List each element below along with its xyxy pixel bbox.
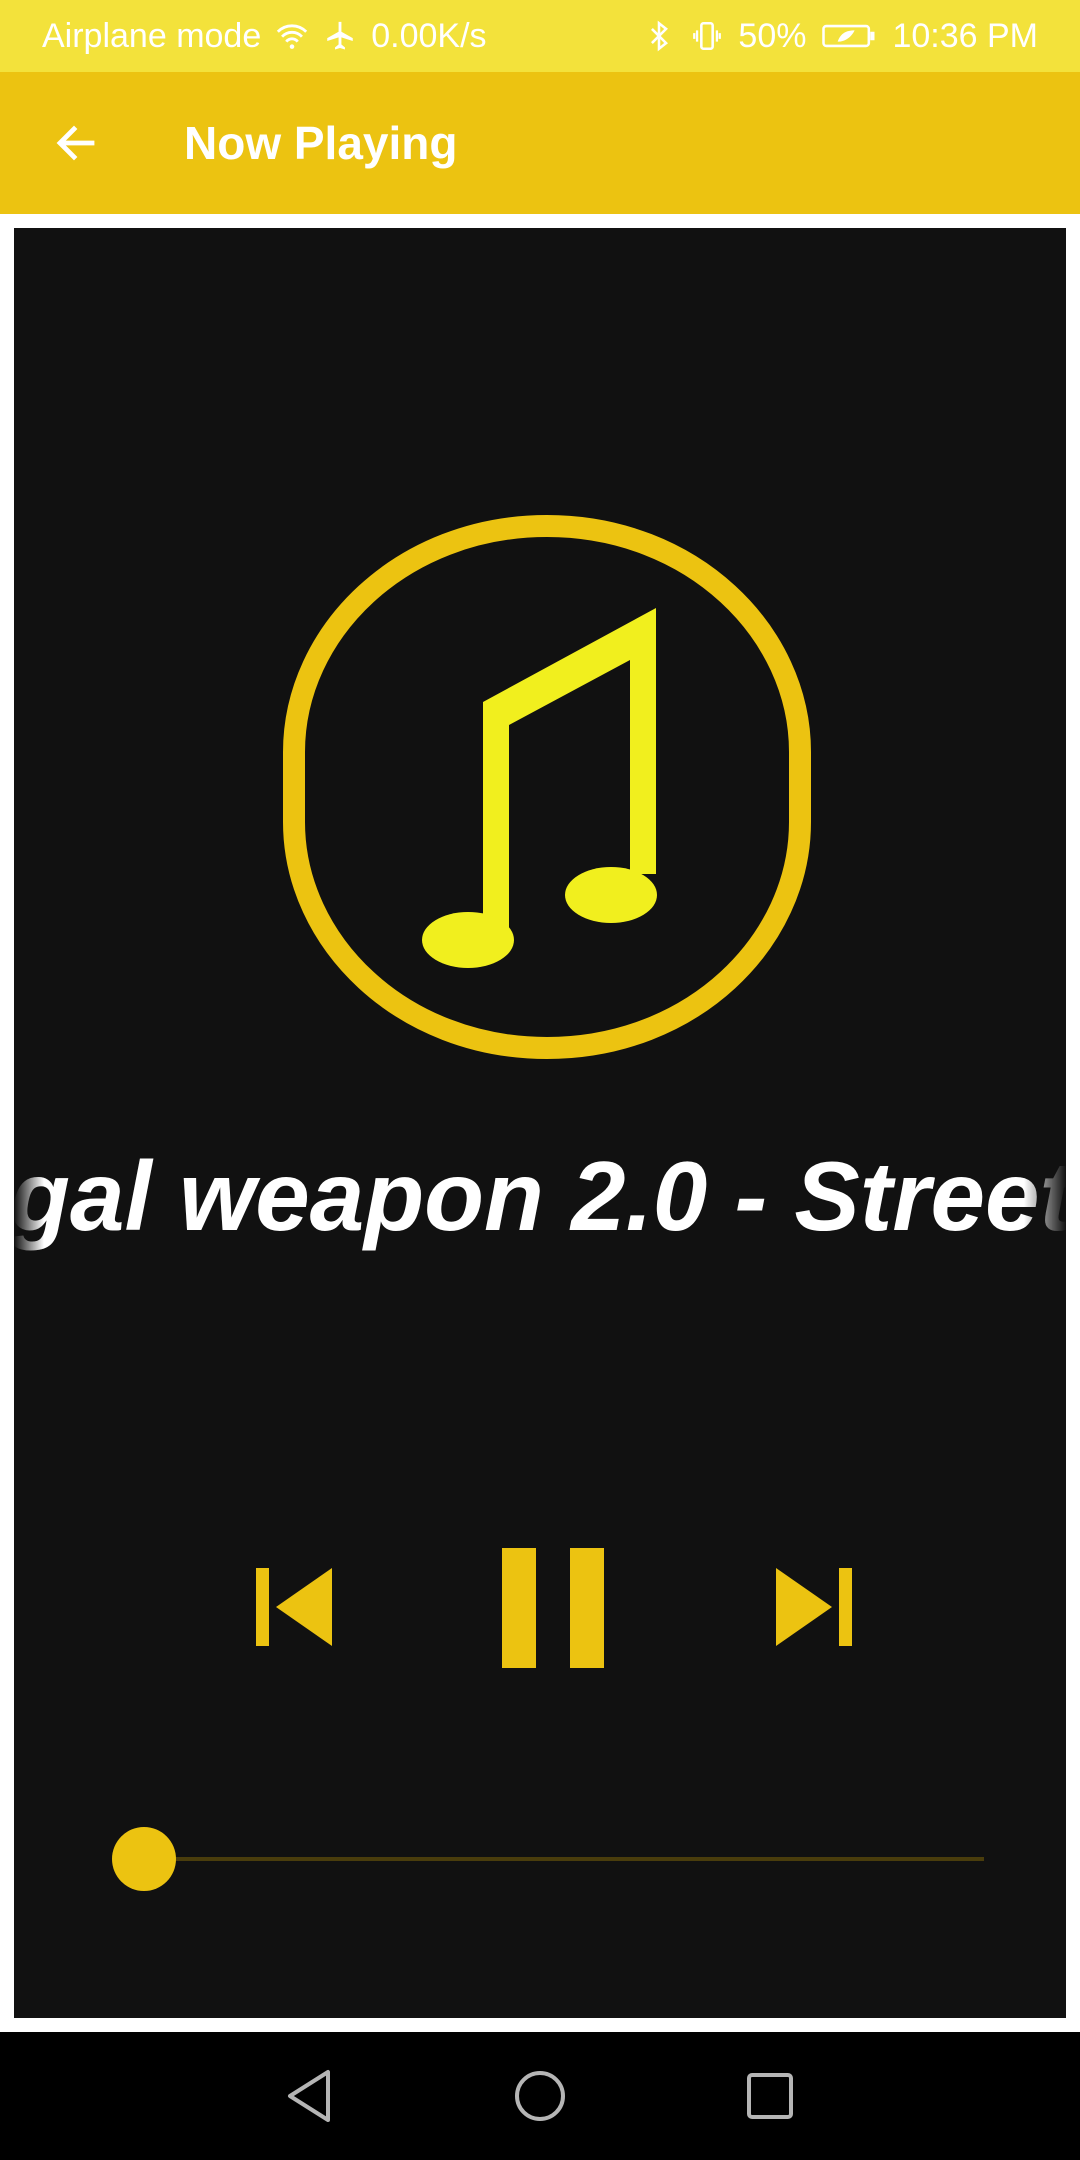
seek-thumb[interactable] (112, 1827, 176, 1891)
seek-bar[interactable] (104, 1814, 984, 1904)
system-nav-bar (0, 2032, 1080, 2160)
status-left: Airplane mode 0.00K/s (42, 17, 487, 56)
player-panel: Illegal weapon 2.0 - Street (14, 228, 1066, 2018)
battery-icon (822, 24, 875, 48)
status-bar: Airplane mode 0.00K/s 50% 10:36 PM (0, 0, 1080, 72)
previous-button[interactable] (234, 1548, 354, 1668)
airplane-icon (327, 21, 353, 50)
skip-next-icon (776, 1568, 852, 1646)
album-art (283, 514, 811, 1060)
song-title-marquee: Illegal weapon 2.0 - Street (14, 1126, 1066, 1266)
song-title: Illegal weapon 2.0 - Street (14, 1141, 1066, 1251)
album-art-frame (283, 514, 811, 1060)
nav-home-button[interactable] (500, 2056, 580, 2136)
nav-home-icon (515, 2071, 565, 2121)
skip-previous-icon (256, 1568, 332, 1646)
nav-recents-icon (747, 2073, 793, 2119)
bluetooth-icon (651, 20, 669, 52)
pause-icon (502, 1548, 604, 1668)
status-right: 50% 10:36 PM (642, 17, 1038, 56)
music-note-icon (422, 608, 657, 968)
network-speed: 0.00K/s (371, 16, 487, 55)
clock: 10:36 PM (892, 16, 1038, 55)
arrow-back-icon (56, 125, 95, 161)
nav-recents-button[interactable] (730, 2056, 810, 2136)
battery-percent: 50% (738, 16, 807, 55)
page-title: Now Playing (184, 117, 458, 169)
vibrate-icon (693, 21, 722, 51)
nav-back-icon (288, 2070, 330, 2122)
playback-controls (14, 1528, 1066, 1688)
nav-back-button[interactable] (270, 2056, 350, 2136)
app-bar: Now Playing (0, 72, 1080, 214)
wifi-icon (277, 24, 308, 49)
back-button[interactable] (40, 107, 112, 179)
next-button[interactable] (754, 1548, 874, 1668)
airplane-mode-label: Airplane mode (42, 16, 262, 55)
play-pause-button[interactable] (474, 1528, 634, 1688)
seek-track[interactable] (144, 1857, 984, 1861)
